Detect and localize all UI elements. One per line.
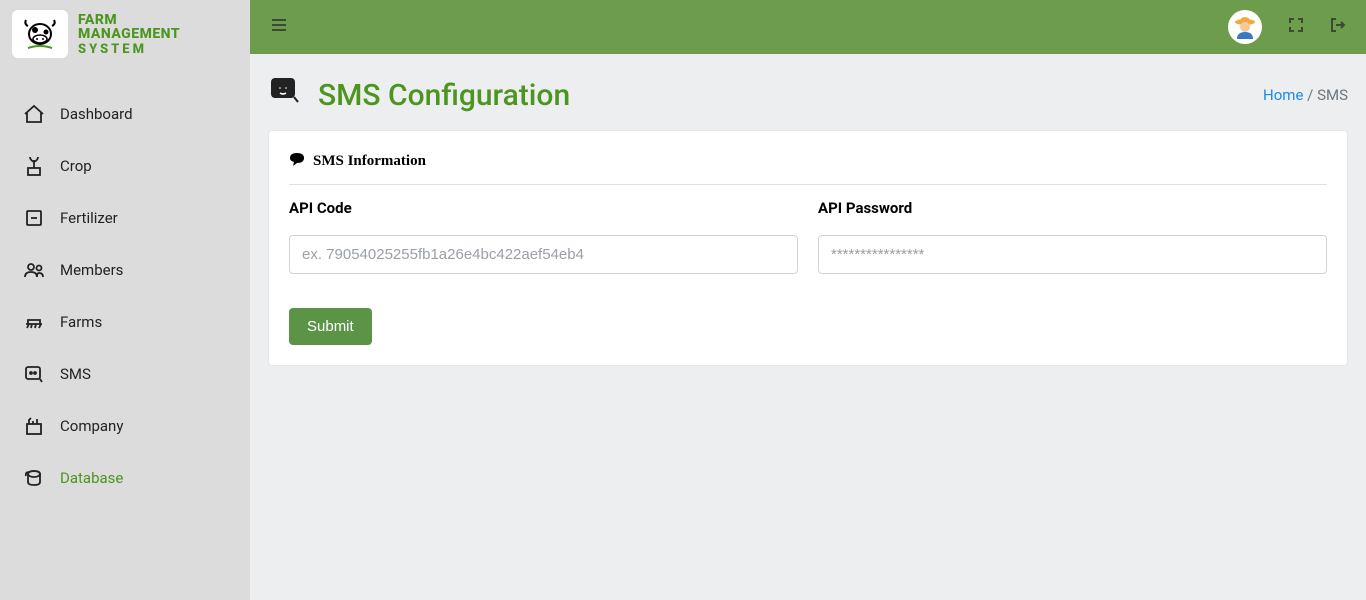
brand-line2: MANAGEMENT xyxy=(78,27,180,41)
topbar xyxy=(250,0,1366,54)
api-code-col: API Code xyxy=(289,199,798,274)
content: SMS Configuration Home / SMS SMS Informa… xyxy=(250,54,1366,600)
sidebar-item-label: Dashboard xyxy=(60,105,133,123)
api-password-col: API Password xyxy=(818,199,1327,274)
page-title-text: SMS Configuration xyxy=(318,78,570,113)
sms-config-card: SMS Information API Code API Password Su… xyxy=(268,130,1348,366)
api-code-input[interactable] xyxy=(289,235,798,274)
sidebar-item-members[interactable]: Members xyxy=(0,244,250,296)
user-avatar[interactable] xyxy=(1228,10,1262,44)
crop-icon xyxy=(22,154,46,178)
page-header: SMS Configuration Home / SMS xyxy=(268,68,1348,130)
api-password-input[interactable] xyxy=(818,235,1327,274)
api-password-label: API Password xyxy=(818,199,1327,217)
sidebar-item-label: Crop xyxy=(60,157,92,175)
sidebar: FARM MANAGEMENT SYSTEM Dashboard Crop Fe… xyxy=(0,0,250,600)
menu-toggle-icon[interactable] xyxy=(270,16,288,38)
brand-line3: SYSTEM xyxy=(78,43,180,56)
sidebar-item-farms[interactable]: Farms xyxy=(0,296,250,348)
comment-icon xyxy=(289,151,305,172)
sidebar-item-company[interactable]: Company xyxy=(0,400,250,452)
breadcrumb-home[interactable]: Home xyxy=(1263,86,1303,104)
sidebar-item-label: Company xyxy=(60,417,123,435)
page-title: SMS Configuration xyxy=(268,74,570,116)
breadcrumb-sep: / xyxy=(1307,86,1317,104)
farms-icon xyxy=(22,310,46,334)
sidebar-item-database[interactable]: Database xyxy=(0,452,250,504)
brand-text: FARM MANAGEMENT SYSTEM xyxy=(78,13,180,56)
company-icon xyxy=(22,414,46,438)
fullscreen-icon[interactable] xyxy=(1288,17,1304,37)
main: SMS Configuration Home / SMS SMS Informa… xyxy=(250,0,1366,600)
breadcrumb: Home / SMS xyxy=(1263,86,1348,104)
api-code-label: API Code xyxy=(289,199,798,217)
sidebar-item-label: Database xyxy=(60,469,123,487)
sidebar-nav: Dashboard Crop Fertilizer Members Farms xyxy=(0,88,250,504)
sidebar-item-fertilizer[interactable]: Fertilizer xyxy=(0,192,250,244)
sidebar-item-label: Members xyxy=(60,261,123,279)
card-section-title: SMS Information xyxy=(289,151,1327,185)
sidebar-item-label: Farms xyxy=(60,313,102,331)
members-icon xyxy=(22,258,46,282)
farmer-avatar-icon xyxy=(1231,13,1259,41)
breadcrumb-current: SMS xyxy=(1317,86,1348,104)
sidebar-item-label: Fertilizer xyxy=(60,209,118,227)
cow-icon xyxy=(20,16,60,52)
logout-icon[interactable] xyxy=(1330,17,1346,37)
dashboard-icon xyxy=(22,102,46,126)
brand-line1: FARM xyxy=(78,13,180,27)
sidebar-item-sms[interactable]: SMS xyxy=(0,348,250,400)
brand-logo xyxy=(12,10,68,58)
sidebar-item-crop[interactable]: Crop xyxy=(0,140,250,192)
sidebar-item-label: SMS xyxy=(60,365,91,383)
submit-button[interactable]: Submit xyxy=(289,308,372,345)
sidebar-item-dashboard[interactable]: Dashboard xyxy=(0,88,250,140)
section-title-text: SMS Information xyxy=(313,153,426,170)
brand: FARM MANAGEMENT SYSTEM xyxy=(0,0,250,68)
sms-page-icon xyxy=(268,74,302,116)
database-icon xyxy=(22,466,46,490)
form-row: API Code API Password xyxy=(289,199,1327,274)
fertilizer-icon xyxy=(22,206,46,230)
sms-icon xyxy=(22,362,46,386)
